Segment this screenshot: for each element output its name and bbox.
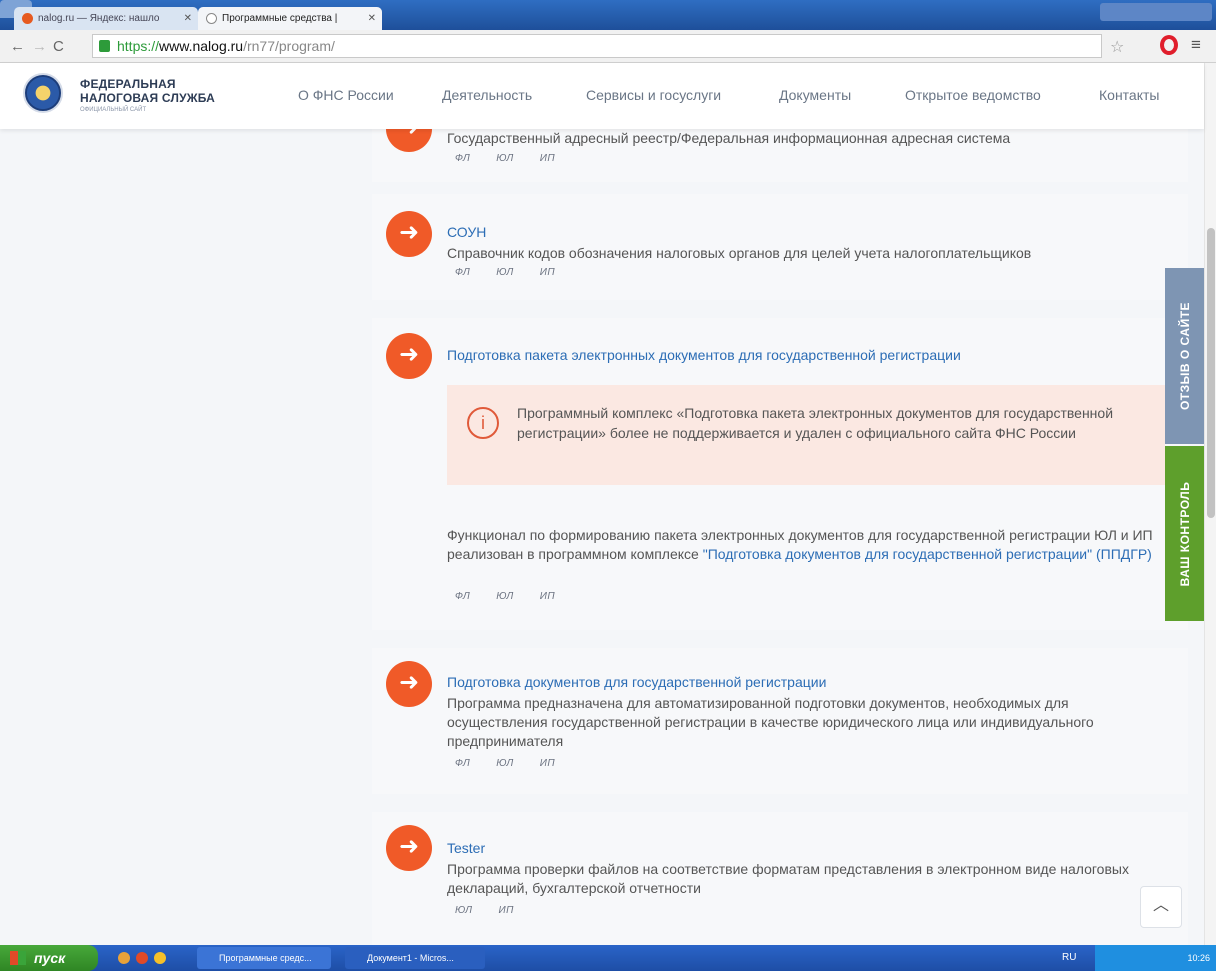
tag-ul: ЮЛ [455, 905, 473, 916]
tag-fl: ФЛ [455, 153, 471, 164]
taskbar-item-browser[interactable]: Программные средс... [197, 947, 331, 969]
globe-favicon-icon [206, 13, 217, 24]
nav-documents[interactable]: Документы [779, 87, 851, 103]
taskbar: пуск Программные средс... Документ1 - Mi… [0, 945, 1216, 971]
program-tags: ФЛ ЮЛ ИП [455, 153, 581, 164]
quicklaunch-icon[interactable] [136, 952, 148, 964]
nav-services[interactable]: Сервисы и госуслуги [586, 87, 721, 103]
fns-logo[interactable] [23, 73, 63, 113]
tag-ip: ИП [539, 591, 556, 602]
program-tags: ЮЛ ИП [455, 905, 540, 916]
browser-tab-yandex[interactable]: nalog.ru — Яндекс: нашло ✕ [14, 7, 198, 30]
close-icon[interactable]: ✕ [184, 7, 192, 30]
site-name-line1: ФЕДЕРАЛЬНАЯ [80, 77, 176, 91]
info-icon: i [467, 407, 499, 439]
opera-icon[interactable] [1160, 35, 1178, 55]
taskbar-item-word[interactable]: Документ1 - Micros... [345, 947, 485, 969]
program-title-link[interactable]: Подготовка пакета электронных документов… [447, 347, 961, 363]
feedback-tab[interactable]: ОТЗЫВ О САЙТЕ [1165, 268, 1204, 444]
tag-ul: ЮЛ [496, 153, 514, 164]
program-card-soun: ➜ СОУН Справочник кодов обозначения нало… [372, 194, 1188, 300]
control-label: ВАШ КОНТРОЛЬ [1177, 481, 1192, 586]
windows-flag-icon [10, 951, 26, 965]
start-button[interactable]: пуск [0, 945, 98, 971]
url-path: /rn77/program/ [243, 38, 335, 54]
forward-arrow-icon[interactable]: → [32, 38, 47, 55]
back-arrow-icon[interactable]: ← [10, 38, 25, 55]
arrow-right-icon[interactable]: ➜ [386, 211, 432, 257]
tab-label: nalog.ru — Яндекс: нашло [38, 13, 160, 24]
nav-activity[interactable]: Деятельность [442, 87, 532, 103]
start-label: пуск [34, 950, 66, 966]
tag-fl: ФЛ [455, 758, 471, 769]
arrow-right-icon[interactable]: ➜ [386, 825, 432, 871]
tag-fl: ФЛ [455, 267, 471, 278]
your-control-tab[interactable]: ВАШ КОНТРОЛЬ [1165, 446, 1204, 621]
reload-icon[interactable]: C [53, 38, 64, 55]
tag-ip: ИП [498, 905, 514, 916]
yandex-favicon-icon [22, 13, 33, 24]
program-title-link[interactable]: Tester [447, 840, 485, 856]
window-controls[interactable] [1100, 3, 1212, 21]
browser-titlebar: nalog.ru — Яндекс: нашло ✕ Программные с… [0, 0, 1216, 30]
clock[interactable]: 10:26 [1187, 953, 1210, 963]
program-description: Справочник кодов обозначения налоговых о… [447, 245, 1032, 261]
address-toolbar: ← → C https://www.nalog.ru/rn77/program/… [0, 30, 1216, 63]
url-input[interactable]: https://www.nalog.ru/rn77/program/ [92, 34, 1102, 58]
program-title-link[interactable]: СОУН [447, 224, 486, 240]
program-description: Государственный адресный реестр/Федераль… [447, 130, 1011, 146]
program-card-tester: ➜ Tester Программа проверки файлов на со… [372, 812, 1188, 945]
url-scheme: https:// [117, 38, 160, 54]
site-subtitle: ОФИЦИАЛЬНЫЙ САЙТ [80, 107, 147, 113]
chevron-up-icon: ︿ [1152, 897, 1169, 914]
warning-text: Программный комплекс «Подготовка пакета … [517, 405, 1114, 441]
quicklaunch-icon[interactable] [118, 952, 130, 964]
tag-ul: ЮЛ [496, 591, 514, 602]
quicklaunch-icon[interactable] [154, 952, 166, 964]
program-card-ppdgr: ➜ Подготовка документов для государствен… [372, 648, 1188, 794]
system-tray: 10:26 [1095, 945, 1216, 971]
tag-ip: ИП [539, 153, 556, 164]
program-description: Программа предназначена для автоматизиро… [447, 695, 1094, 749]
program-tags: ФЛ ЮЛ ИП [455, 267, 581, 278]
star-icon[interactable]: ☆ [1110, 37, 1124, 57]
tag-ip: ИП [539, 758, 556, 769]
program-description: Программа проверки файлов на соответстви… [447, 861, 1129, 896]
close-icon[interactable]: ✕ [368, 7, 376, 30]
url-host: www.nalog.ru [159, 38, 244, 54]
deprecation-warning: i Программный комплекс «Подготовка пакет… [447, 385, 1165, 485]
nav-about[interactable]: О ФНС России [298, 87, 394, 103]
site-name-line2: НАЛОГОВАЯ СЛУЖБА [80, 91, 216, 105]
site-header: ФЕДЕРАЛЬНАЯ НАЛОГОВАЯ СЛУЖБА ОФИЦИАЛЬНЫЙ… [0, 63, 1204, 129]
arrow-right-icon[interactable]: ➜ [386, 333, 432, 379]
ppdgr-link[interactable]: "Подготовка документов для государственн… [703, 546, 1152, 562]
scroll-to-top-button[interactable]: ︿ [1140, 886, 1182, 928]
program-tags: ФЛ ЮЛ ИП [455, 591, 581, 602]
program-tags: ФЛ ЮЛ ИП [455, 758, 581, 769]
tag-ip: ИП [539, 267, 556, 278]
nav-open-agency[interactable]: Открытое ведомство [905, 87, 1041, 103]
arrow-right-icon[interactable]: ➜ [386, 661, 432, 707]
feedback-label: ОТЗЫВ О САЙТЕ [1177, 301, 1192, 411]
page-scrollbar[interactable] [1204, 63, 1216, 945]
tab-label: Программные средства | [222, 13, 338, 24]
language-indicator[interactable]: RU [1062, 945, 1076, 971]
tag-fl: ФЛ [455, 591, 471, 602]
nav-contacts[interactable]: Контакты [1099, 87, 1159, 103]
tag-ul: ЮЛ [496, 758, 514, 769]
menu-icon[interactable]: ≡ [1191, 35, 1201, 55]
program-note: Функционал по формированию пакета электр… [447, 526, 1167, 564]
program-title-link[interactable]: Подготовка документов для государственно… [447, 674, 826, 690]
tag-ul: ЮЛ [496, 267, 514, 278]
browser-tab-active[interactable]: Программные средства | ✕ [198, 7, 382, 30]
scrollbar-thumb[interactable] [1207, 228, 1215, 518]
lock-icon [99, 40, 110, 52]
